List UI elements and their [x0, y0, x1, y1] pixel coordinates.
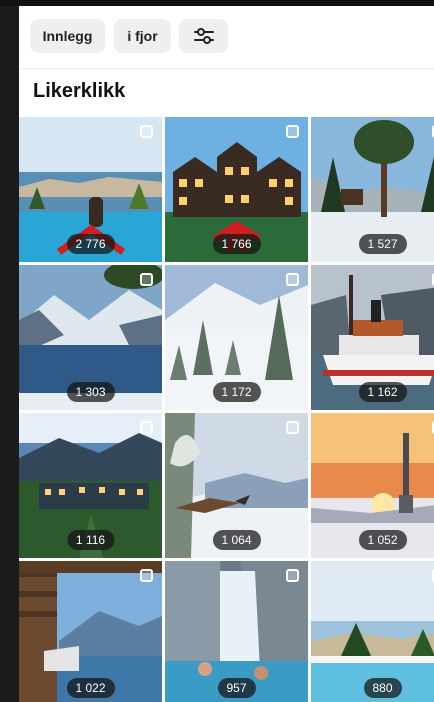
post-tile[interactable]: 1 766	[165, 117, 308, 262]
select-checkbox[interactable]	[140, 125, 153, 138]
select-checkbox[interactable]	[286, 569, 299, 582]
period-filter-button[interactable]: i fjor	[114, 19, 171, 53]
filter-settings-button[interactable]	[179, 19, 228, 53]
post-tile[interactable]: 1 064	[165, 413, 308, 558]
like-count: 1 303	[66, 382, 115, 402]
like-count: 1 527	[358, 234, 407, 254]
like-count: 2 776	[66, 234, 115, 254]
sliders-icon	[193, 28, 214, 44]
post-tile[interactable]: 1 527	[311, 117, 434, 262]
post-tile[interactable]: 1 052	[311, 413, 434, 558]
select-checkbox[interactable]	[286, 125, 299, 138]
section-title: Likerklikk	[33, 80, 126, 102]
select-checkbox[interactable]	[140, 273, 153, 286]
post-tile[interactable]: 1 162	[311, 265, 434, 410]
select-checkbox[interactable]	[286, 273, 299, 286]
like-count: 1 052	[358, 530, 407, 550]
post-tile[interactable]: 1 303	[19, 265, 162, 410]
post-tile[interactable]: 2 776	[19, 117, 162, 262]
like-count: 880	[363, 678, 402, 698]
likes-panel: Innlegg i fjor Likerklikk 2 776 1 766 1 …	[19, 6, 434, 702]
like-count: 957	[217, 678, 256, 698]
select-checkbox[interactable]	[140, 421, 153, 434]
post-tile[interactable]: 880	[311, 561, 434, 702]
select-checkbox[interactable]	[140, 569, 153, 582]
like-count: 1 064	[212, 530, 261, 550]
select-checkbox[interactable]	[286, 421, 299, 434]
like-count: 1 022	[66, 678, 115, 698]
post-grid: 2 776 1 766 1 527 1 303 1 172 1 162 1 11…	[19, 117, 434, 702]
content-type-filter-button[interactable]: Innlegg	[30, 19, 105, 53]
filter-bar: Innlegg i fjor	[19, 6, 434, 69]
like-count: 1 162	[358, 382, 407, 402]
like-count: 1 116	[66, 530, 115, 550]
post-tile[interactable]: 1 022	[19, 561, 162, 702]
post-tile[interactable]: 1 116	[19, 413, 162, 558]
like-count: 1 766	[212, 234, 261, 254]
post-tile[interactable]: 1 172	[165, 265, 308, 410]
post-tile[interactable]: 957	[165, 561, 308, 702]
like-count: 1 172	[212, 382, 261, 402]
